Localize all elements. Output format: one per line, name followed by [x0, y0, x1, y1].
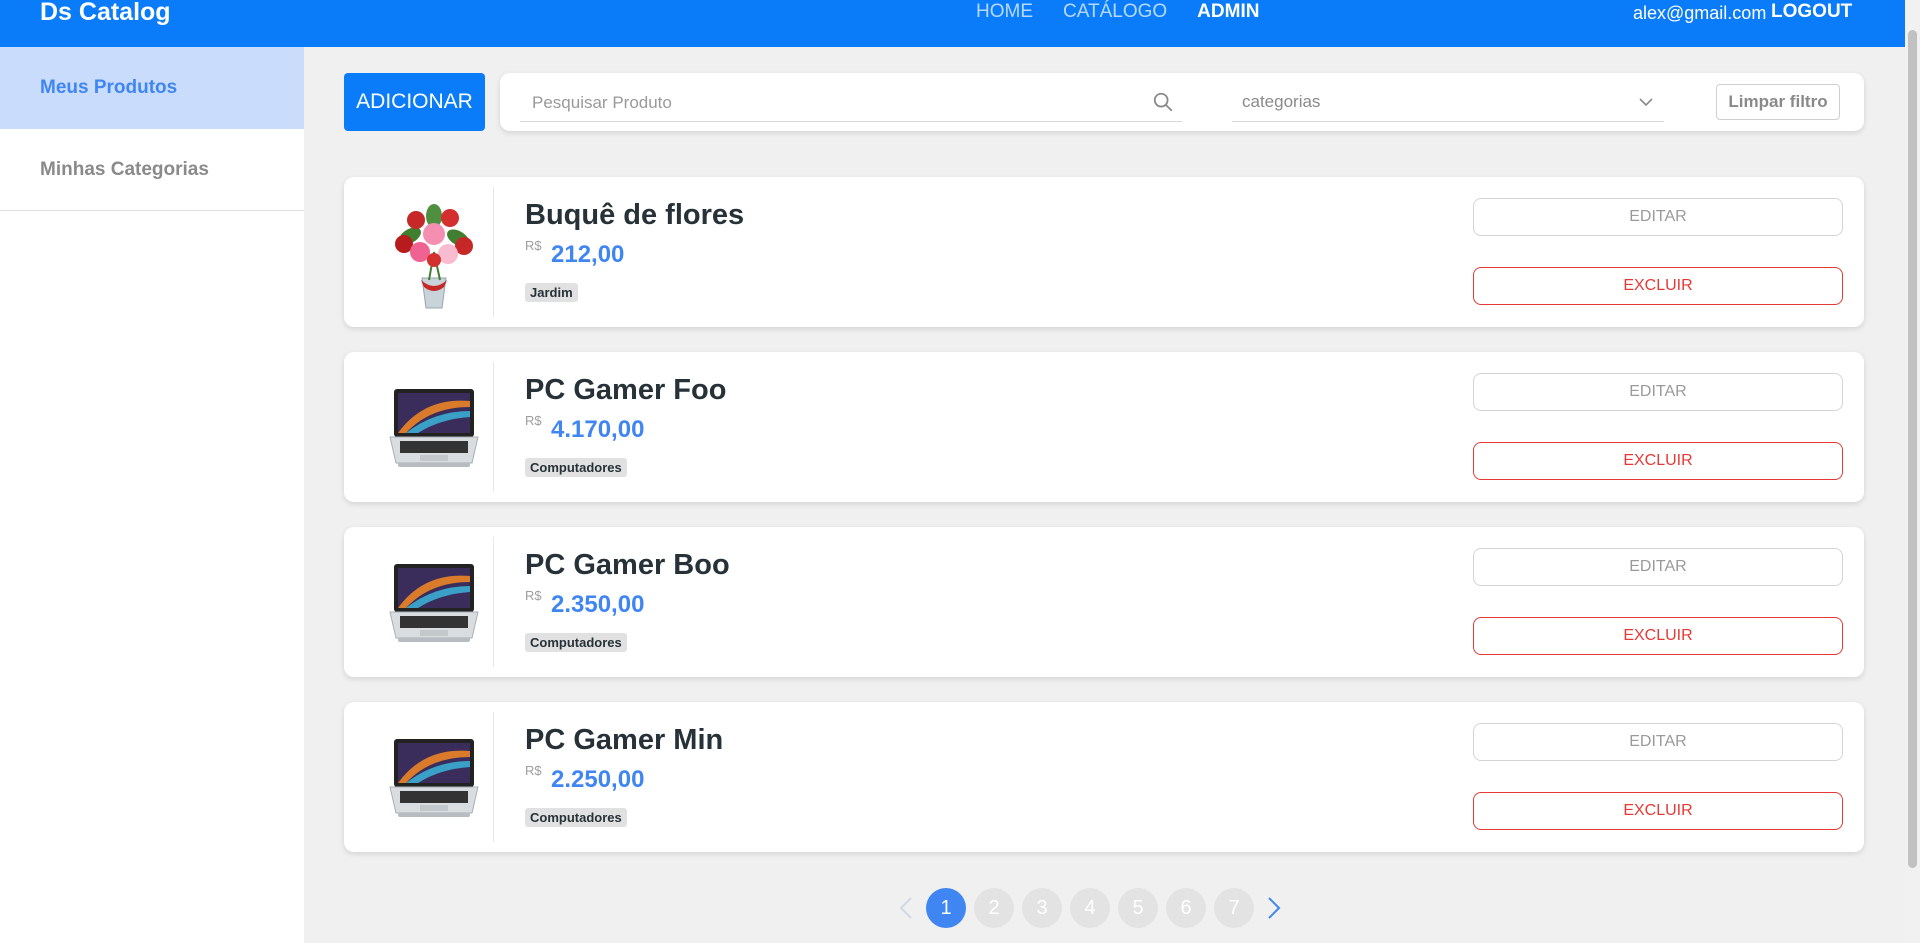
user-email: alex@gmail.com [1633, 3, 1767, 23]
laptop-image [389, 564, 479, 642]
page-button-3[interactable]: 3 [1022, 888, 1062, 928]
filter-bar: categorias Limpar filtro [500, 73, 1864, 131]
product-card: PC Gamer Min R$ 2.250,00 Computadores ED… [344, 702, 1864, 852]
product-currency: R$ [525, 238, 542, 253]
delete-button[interactable]: EXCLUIR [1473, 792, 1843, 830]
delete-button[interactable]: EXCLUIR [1473, 267, 1843, 305]
next-page-button[interactable] [1258, 888, 1290, 928]
card-divider [493, 362, 494, 492]
chevron-right-icon [1268, 897, 1281, 919]
category-badge: Jardim [525, 283, 578, 302]
flower-bouquet-image [395, 204, 473, 309]
product-name: PC Gamer Boo [525, 549, 730, 581]
pagination: 1 2 3 4 5 6 7 [890, 888, 1290, 928]
page-button-2[interactable]: 2 [974, 888, 1014, 928]
page-button-4[interactable]: 4 [1070, 888, 1110, 928]
product-price: 4.170,00 [551, 416, 645, 443]
sidebar-item-categories[interactable]: Minhas Categorias [0, 129, 304, 211]
category-select-value: categorias [1242, 92, 1321, 111]
product-price: 2.250,00 [551, 766, 645, 793]
search-input[interactable] [530, 83, 1134, 123]
previous-page-button[interactable] [890, 888, 922, 928]
product-currency: R$ [525, 763, 542, 778]
edit-button[interactable]: EDITAR [1473, 548, 1843, 586]
chevron-down-icon [1639, 98, 1653, 107]
nav-links: HOME CATÁLOGO ADMIN [976, 0, 1259, 25]
search-field [520, 83, 1182, 123]
edit-button[interactable]: EDITAR [1473, 723, 1843, 761]
card-divider [493, 537, 494, 667]
product-price: 2.350,00 [551, 591, 645, 618]
category-badge: Computadores [525, 808, 627, 827]
nav-link-admin[interactable]: ADMIN [1197, 0, 1259, 25]
product-card: PC Gamer Foo R$ 4.170,00 Computadores ED… [344, 352, 1864, 502]
category-badge: Computadores [525, 458, 627, 477]
sidebar-item-products[interactable]: Meus Produtos [0, 47, 304, 129]
card-divider [493, 712, 494, 842]
nav-link-catalog[interactable]: CATÁLOGO [1063, 0, 1167, 25]
product-card: PC Gamer Boo R$ 2.350,00 Computadores ED… [344, 527, 1864, 677]
product-name: PC Gamer Foo [525, 374, 727, 406]
page-button-1[interactable]: 1 [926, 888, 966, 928]
add-product-button[interactable]: ADICIONAR [344, 73, 485, 131]
page-button-7[interactable]: 7 [1214, 888, 1254, 928]
delete-button[interactable]: EXCLUIR [1473, 617, 1843, 655]
laptop-image [389, 389, 479, 467]
scrollbar-thumb[interactable] [1908, 30, 1917, 868]
page-button-5[interactable]: 5 [1118, 888, 1158, 928]
logout-button[interactable]: LOGOUT [1771, 0, 1852, 25]
edit-button[interactable]: EDITAR [1473, 373, 1843, 411]
product-name: Buquê de flores [525, 199, 745, 231]
product-currency: R$ [525, 413, 542, 428]
brand-logo[interactable]: Ds Catalog [40, 0, 171, 26]
edit-button[interactable]: EDITAR [1473, 198, 1843, 236]
admin-sidebar: Meus Produtos Minhas Categorias [0, 47, 304, 943]
category-badge: Computadores [525, 633, 627, 652]
top-navbar: Ds Catalog HOME CATÁLOGO ADMIN alex@gmai… [0, 0, 1905, 47]
product-currency: R$ [525, 588, 542, 603]
card-divider [493, 187, 494, 317]
nav-link-home[interactable]: HOME [976, 0, 1033, 25]
category-select[interactable]: categorias [1232, 83, 1664, 122]
search-icon[interactable] [1152, 91, 1174, 113]
clear-filter-button[interactable]: Limpar filtro [1716, 84, 1840, 120]
page-scrollbar[interactable] [1905, 0, 1920, 943]
delete-button[interactable]: EXCLUIR [1473, 442, 1843, 480]
product-card: Buquê de flores R$ 212,00 Jardim EDITAR … [344, 177, 1864, 327]
laptop-image [389, 739, 479, 817]
chevron-left-icon [899, 897, 912, 919]
product-name: PC Gamer Min [525, 724, 724, 756]
product-price: 212,00 [551, 241, 625, 268]
page-button-6[interactable]: 6 [1166, 888, 1206, 928]
